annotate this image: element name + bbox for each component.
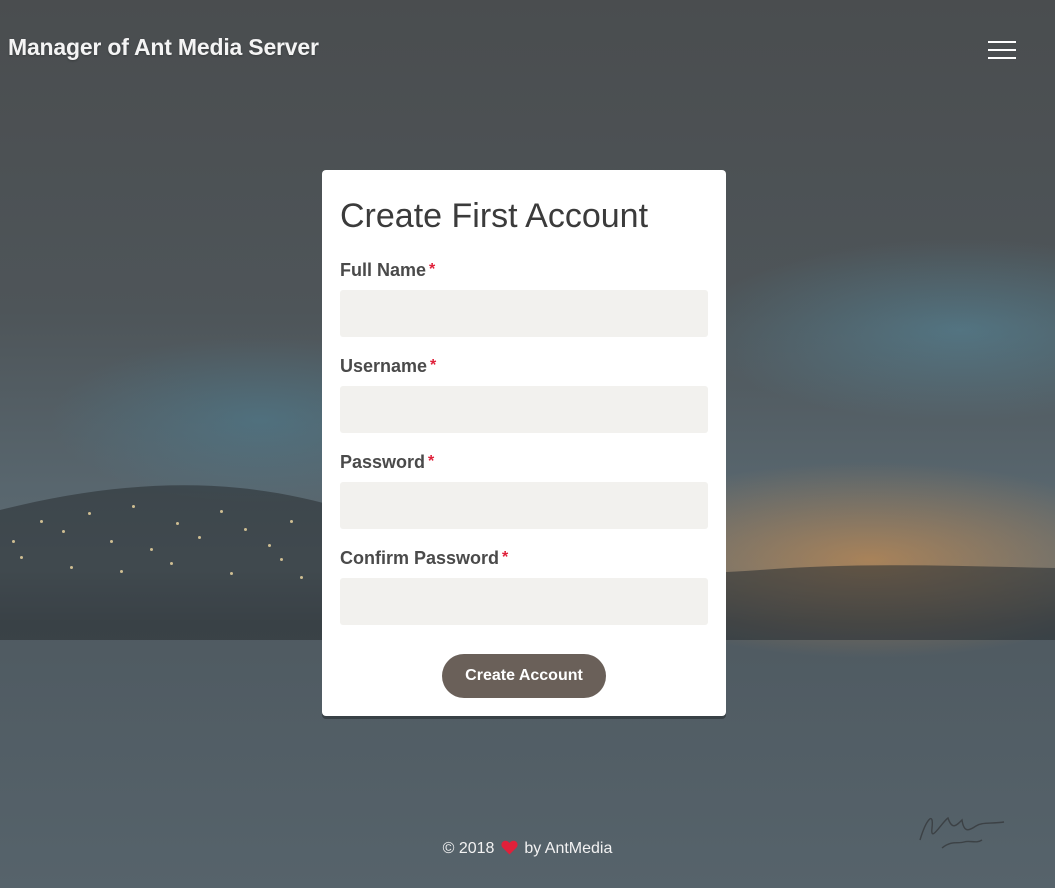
required-asterisk: * <box>428 453 435 470</box>
copyright-text: © 2018 <box>442 840 495 857</box>
confirm-password-input[interactable] <box>340 578 708 625</box>
full-name-label-text: Full Name <box>340 260 427 280</box>
brand-title[interactable]: Manager of Ant Media Server <box>8 34 319 61</box>
hamburger-icon-bar <box>988 57 1016 59</box>
hamburger-icon <box>988 41 1016 43</box>
create-account-button[interactable]: Create Account <box>442 654 606 698</box>
required-asterisk: * <box>502 549 509 566</box>
form-title: Create First Account <box>340 197 649 235</box>
footer: © 2018 by AntMedia <box>0 840 1055 860</box>
password-label: Password * <box>340 452 434 473</box>
password-label-text: Password <box>340 452 426 472</box>
password-input[interactable] <box>340 482 708 529</box>
username-label: Username * <box>340 356 436 377</box>
top-navbar: Manager of Ant Media Server <box>0 0 1055 100</box>
full-name-label: Full Name * <box>340 260 435 281</box>
footer-by-text: by AntMedia <box>524 840 613 857</box>
required-asterisk: * <box>430 357 437 374</box>
heart-icon <box>501 840 518 860</box>
hamburger-menu-button[interactable] <box>982 36 1022 64</box>
hamburger-icon-bar <box>988 49 1016 51</box>
username-input[interactable] <box>340 386 708 433</box>
painter-signature <box>919 816 1005 849</box>
create-account-card: Create First Account Full Name * Username… <box>322 170 726 716</box>
full-name-input[interactable] <box>340 290 708 337</box>
confirm-password-label: Confirm Password * <box>340 548 508 569</box>
username-label-text: Username <box>340 356 428 376</box>
confirm-password-label-text: Confirm Password <box>340 548 500 568</box>
required-asterisk: * <box>429 261 436 278</box>
